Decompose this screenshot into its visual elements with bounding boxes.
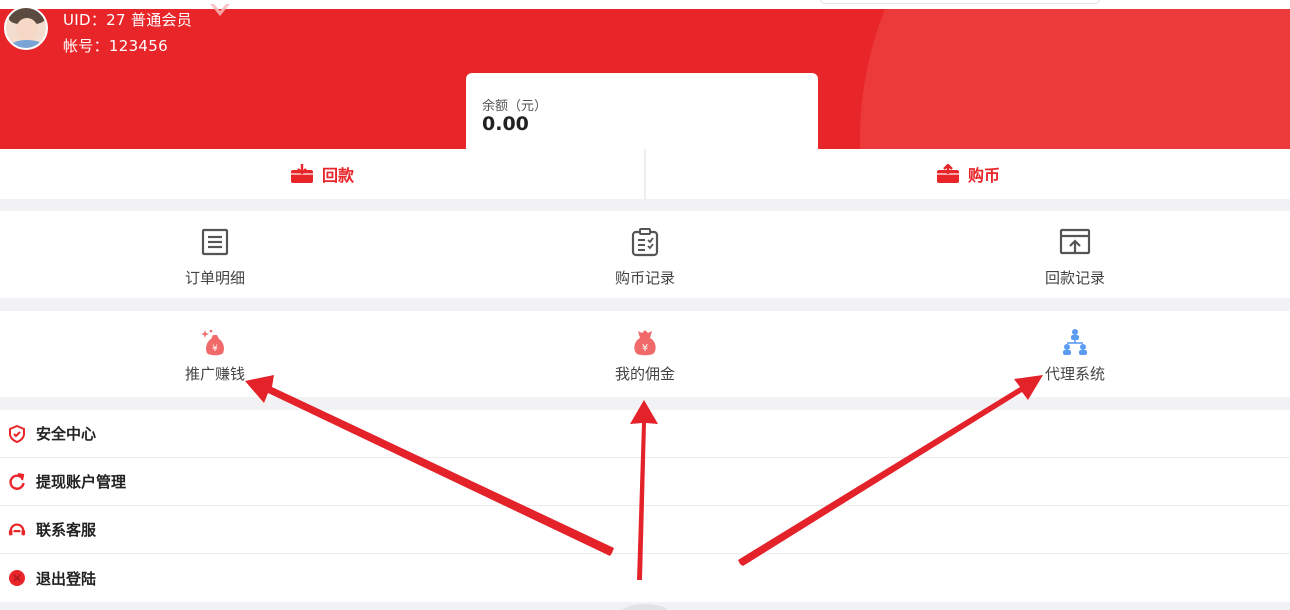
agent-system-label: 代理系统 xyxy=(1044,365,1105,383)
menu-item-logout[interactable]: 退出登陆 xyxy=(0,554,1290,602)
money-bag-icon: ¥ xyxy=(634,330,656,356)
menu-item-withdraw-accounts[interactable]: 提现账户管理 xyxy=(0,458,1290,506)
account-label: 帐号：123456 xyxy=(63,37,168,55)
clipboard-check-icon xyxy=(631,228,659,257)
promote-earn-label: 推广赚钱 xyxy=(184,365,245,383)
balance-value: 0.00 xyxy=(482,113,529,135)
menu-item-label: 退出登陆 xyxy=(36,569,97,588)
menu-item-security[interactable]: 安全中心 xyxy=(0,410,1290,458)
action-row: 回款 购币 xyxy=(0,149,1290,199)
menu-item-label: 安全中心 xyxy=(36,425,97,443)
svg-text:¥: ¥ xyxy=(212,344,218,354)
agent-system-item[interactable]: 代理系统 xyxy=(860,311,1290,397)
settings-menu: 安全中心 提现账户管理 联系客服 退出登陆 xyxy=(0,410,1290,602)
refund-records-label: 回款记录 xyxy=(1044,269,1105,287)
close-circle-icon xyxy=(8,569,26,587)
top-search-pill xyxy=(820,0,1100,4)
money-bag-sparkle-icon: ¥ xyxy=(201,329,224,356)
shield-icon xyxy=(8,424,26,443)
svg-text:¥: ¥ xyxy=(642,343,648,354)
refund-button[interactable]: 回款 xyxy=(0,149,644,199)
menu-item-label: 联系客服 xyxy=(36,521,97,539)
org-chart-icon xyxy=(1063,329,1087,355)
buy-coin-records-item[interactable]: 购币记录 xyxy=(430,211,860,298)
promote-earn-item[interactable]: ¥ 推广赚钱 xyxy=(0,311,430,397)
my-commission-item[interactable]: ¥ 我的佣金 xyxy=(430,311,860,397)
menu-item-label: 提现账户管理 xyxy=(36,473,127,491)
buy-coin-button[interactable]: 购币 xyxy=(644,149,1290,199)
upload-window-icon xyxy=(1059,228,1091,255)
buy-coin-records-label: 购币记录 xyxy=(614,269,675,287)
refund-box-icon xyxy=(290,164,313,183)
avatar[interactable] xyxy=(4,6,48,50)
bottom-indicator xyxy=(620,604,670,610)
menu-item-customer-service[interactable]: 联系客服 xyxy=(0,506,1290,554)
balance-card: 余额（元） 0.00 xyxy=(466,73,818,153)
order-details-label: 订单明细 xyxy=(184,269,245,287)
my-commission-label: 我的佣金 xyxy=(614,365,675,383)
refund-label: 回款 xyxy=(321,166,354,185)
refresh-icon xyxy=(8,472,26,491)
top-strip xyxy=(0,0,1290,9)
order-details-item[interactable]: 订单明细 xyxy=(0,211,430,298)
uid-label: UID：27 普通会员 xyxy=(63,11,193,29)
vip-badge-icon xyxy=(210,4,230,16)
refund-records-item[interactable]: 回款记录 xyxy=(860,211,1290,298)
features-row: ¥ 推广赚钱 ¥ 我的佣金 代理系统 xyxy=(0,311,1290,397)
balance-label: 余额（元） xyxy=(482,99,548,114)
records-row: 订单明细 购币记录 回款记录 xyxy=(0,211,1290,298)
headset-icon xyxy=(8,521,26,539)
order-list-icon xyxy=(201,228,229,256)
buy-coin-box-icon xyxy=(936,164,959,183)
header-decoration xyxy=(860,9,1290,149)
account-page: UID：27 普通会员 帐号：123456 余额（元） 0.00 回款 购币 订… xyxy=(0,0,1290,610)
buy-coin-label: 购币 xyxy=(967,166,1000,185)
